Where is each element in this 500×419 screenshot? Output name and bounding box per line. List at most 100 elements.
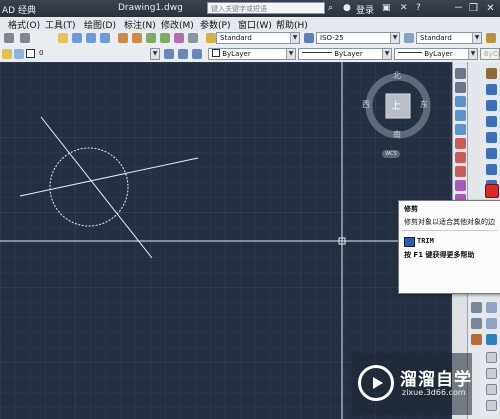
linetype-preview (302, 52, 332, 53)
sheet-set-icon[interactable] (160, 33, 170, 43)
pan-icon[interactable] (58, 33, 68, 43)
dim-style-value: ISO-25 (320, 34, 344, 42)
menu-draw[interactable]: 绘图(D) (84, 18, 116, 31)
fillet-icon[interactable] (471, 334, 482, 345)
viewcube-west[interactable]: 西 (362, 99, 370, 110)
line-tool-icon[interactable] (455, 68, 466, 79)
tooltip-divider (402, 230, 498, 231)
zoom-realtime-icon[interactable] (72, 33, 82, 43)
menu-modify[interactable]: 修改(M) (161, 18, 194, 31)
lineweight-select[interactable]: ByLayer ▼ (394, 48, 478, 60)
menu-format[interactable]: 格式(O) (8, 18, 40, 31)
rectangle-icon[interactable] (455, 124, 466, 135)
linetype-select[interactable]: ByLayer ▼ (298, 48, 392, 60)
properties-tool-icon[interactable] (486, 302, 497, 313)
chevron-down-icon: ▼ (290, 33, 299, 43)
layer-select[interactable]: 0 (36, 48, 160, 60)
menu-window[interactable]: 窗口(W) (238, 18, 272, 31)
paste-icon[interactable] (486, 368, 497, 379)
layer-dropdown-arrow[interactable]: ▼ (150, 48, 160, 60)
command-icon (404, 237, 415, 247)
offset-icon[interactable] (486, 116, 497, 127)
join-icon[interactable] (486, 318, 497, 329)
polyline-icon[interactable] (455, 96, 466, 107)
tooltip-help: 按 F1 键获得更多帮助 (404, 251, 475, 259)
layer-bulb-icon[interactable] (2, 49, 12, 59)
help-icon[interactable]: ? (416, 3, 421, 13)
chevron-down-icon: ▼ (390, 33, 399, 43)
tooltip-command: TRIM (417, 237, 434, 245)
plotstyle-value: ByCo (484, 50, 499, 58)
erase-icon[interactable] (486, 68, 497, 79)
revcloud-icon[interactable] (455, 166, 466, 177)
menu-help[interactable]: 帮助(H) (276, 18, 308, 31)
lineweight-value: ByLayer (424, 50, 453, 58)
color-swatch (212, 49, 220, 57)
design-center-icon[interactable] (132, 33, 142, 43)
multileader-style-icon[interactable] (486, 33, 496, 43)
viewcube-top[interactable]: 上 (391, 97, 401, 112)
construction-line-icon[interactable] (455, 82, 466, 93)
dim-style-select[interactable]: ISO-25 ▼ (316, 32, 400, 44)
layer-freeze-icon[interactable] (14, 49, 24, 59)
chevron-down-icon: ▼ (382, 49, 391, 59)
polygon-icon[interactable] (455, 110, 466, 121)
table-style-select[interactable]: Standard ▼ (416, 32, 482, 44)
match-properties-icon[interactable] (486, 400, 497, 411)
explode-icon[interactable] (471, 318, 482, 329)
zoom-previous-icon[interactable] (100, 33, 110, 43)
menu-tools[interactable]: 工具(T) (45, 18, 76, 31)
redo-icon[interactable] (20, 33, 30, 43)
viewcube-north[interactable]: 北 (393, 70, 401, 81)
search-icon[interactable]: ⌕ (328, 3, 333, 13)
dim-style-icon[interactable] (304, 33, 314, 43)
circle-tool-icon[interactable] (455, 152, 466, 163)
copy-clip-icon[interactable] (486, 384, 497, 395)
properties-icon[interactable] (118, 33, 128, 43)
user-icon[interactable]: ● (343, 3, 351, 13)
minimize-button[interactable]: － (452, 2, 465, 15)
viewcube-east[interactable]: 东 (420, 99, 428, 110)
table-style-icon[interactable] (404, 33, 414, 43)
copy-icon[interactable] (486, 84, 497, 95)
login-link[interactable]: 登录 (356, 3, 374, 16)
layer-color-swatch (26, 49, 35, 58)
text-style-icon[interactable] (206, 33, 216, 43)
chevron-down-icon: ▼ (151, 49, 159, 59)
layer-previous-icon[interactable] (178, 49, 188, 59)
calculator-icon[interactable] (188, 33, 198, 43)
tool-palettes-icon[interactable] (146, 33, 156, 43)
menu-parametric[interactable]: 参数(P) (200, 18, 230, 31)
make-current-icon[interactable] (164, 49, 174, 59)
array-icon[interactable] (486, 132, 497, 143)
store-icon[interactable]: ▣ (382, 3, 391, 13)
rotate-icon[interactable] (486, 164, 497, 175)
undo-icon[interactable] (4, 33, 14, 43)
chevron-down-icon: ▼ (468, 49, 477, 59)
chamfer-icon[interactable] (486, 334, 497, 345)
tooltip-title: 修剪 (404, 205, 418, 213)
wcs-badge[interactable]: WCS (382, 150, 400, 158)
color-select[interactable]: ByLayer ▼ (208, 48, 296, 60)
layer-tool-icon[interactable] (471, 302, 482, 313)
plotstyle-select[interactable]: ByCo (480, 48, 500, 60)
menu-dimension[interactable]: 标注(N) (124, 18, 156, 31)
search-input[interactable]: 键入关键字或短语 (207, 2, 325, 14)
markup-icon[interactable] (174, 33, 184, 43)
layer-state-icon[interactable] (192, 49, 202, 59)
table-style-value: Standard (420, 34, 452, 42)
trim-button-highlight[interactable] (485, 184, 499, 198)
mirror-icon[interactable] (486, 100, 497, 111)
tooltip-description: 修剪对象以适合其他对象的边 (404, 218, 495, 226)
text-style-select[interactable]: Standard ▼ (216, 32, 300, 44)
exchange-icon[interactable]: ✕ (400, 3, 408, 13)
restore-button[interactable]: ❐ (467, 2, 480, 15)
viewcube-south[interactable]: 南 (393, 129, 401, 140)
spline-icon[interactable] (455, 180, 466, 191)
close-button[interactable]: ✕ (484, 2, 497, 15)
clipboard-icon[interactable] (486, 352, 497, 363)
workspace-label[interactable]: AD 经典 (2, 3, 36, 16)
arc-icon[interactable] (455, 138, 466, 149)
zoom-window-icon[interactable] (86, 33, 96, 43)
move-icon[interactable] (486, 148, 497, 159)
